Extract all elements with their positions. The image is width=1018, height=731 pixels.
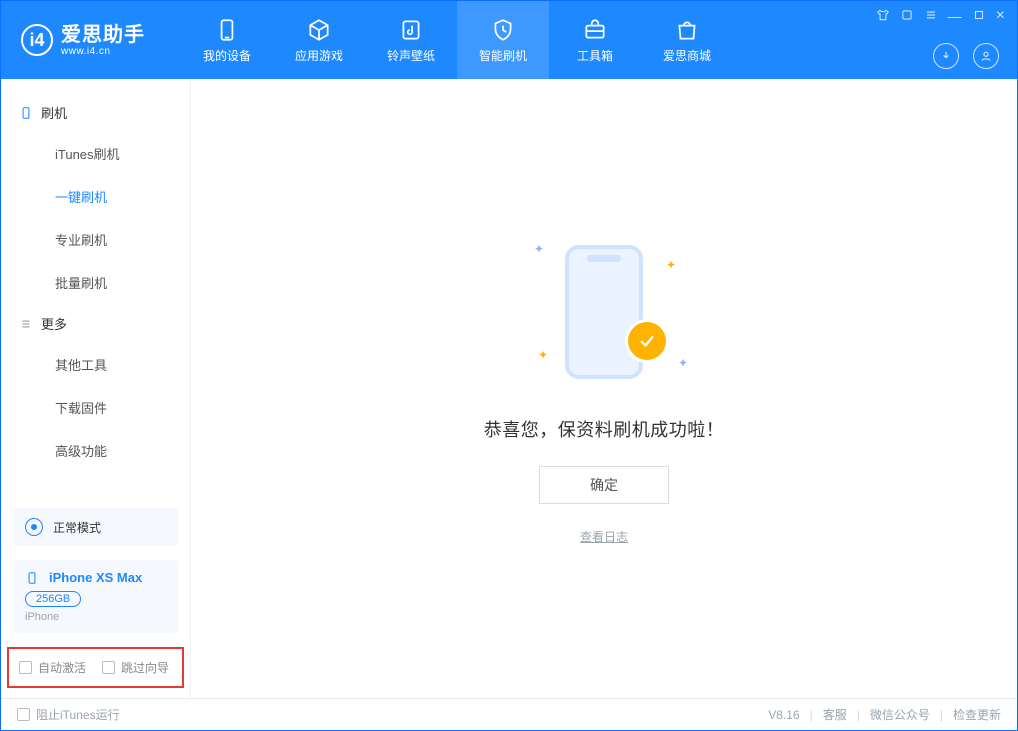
options-row: 自动激活 跳过向导 [7, 647, 184, 688]
checkbox-skip-guide[interactable]: 跳过向导 [102, 659, 169, 676]
checkbox-box-icon [19, 661, 32, 674]
music-icon [398, 17, 424, 43]
toolbox-icon [582, 17, 608, 43]
sidebar-item-advanced[interactable]: 高级功能 [1, 429, 190, 472]
sidebar-item-pro-flash[interactable]: 专业刷机 [1, 218, 190, 261]
checkbox-label: 跳过向导 [121, 659, 169, 676]
sidebar-group-more: 更多 [1, 304, 190, 343]
success-illustration: ✦ ✦ ✦ ✦ [514, 232, 694, 392]
link-check-update[interactable]: 检查更新 [953, 706, 1001, 723]
success-message: 恭喜您，保资料刷机成功啦！ [484, 416, 725, 442]
sparkle-icon: ✦ [538, 348, 548, 362]
tab-label: 爱思商城 [663, 47, 711, 64]
maximize-button[interactable] [972, 8, 986, 25]
app-logo: i4 爱思助手 www.i4.cn [1, 1, 181, 79]
app-title: 爱思助手 [61, 24, 145, 46]
header-right-icons [933, 43, 999, 69]
device-icon [19, 106, 33, 120]
bag-icon [674, 17, 700, 43]
sidebar: 刷机 iTunes刷机 一键刷机 专业刷机 批量刷机 更多 其他工具 下载固件 … [1, 79, 191, 698]
tab-label: 应用游戏 [295, 47, 343, 64]
logo-icon: i4 [21, 24, 53, 56]
tab-apps-games[interactable]: 应用游戏 [273, 1, 365, 79]
device-panel[interactable]: iPhone XS Max 256GB iPhone [13, 560, 178, 633]
checkbox-label: 阻止iTunes运行 [36, 706, 120, 723]
app-header: i4 爱思助手 www.i4.cn 我的设备 应用游戏 铃声壁纸 智能刷机 [1, 1, 1017, 79]
skin-icon[interactable] [900, 8, 914, 25]
user-button[interactable] [973, 43, 999, 69]
link-wechat[interactable]: 微信公众号 [870, 706, 930, 723]
cube-icon [306, 17, 332, 43]
tab-toolbox[interactable]: 工具箱 [549, 1, 641, 79]
group-title: 刷机 [41, 103, 67, 122]
sidebar-scroll: 刷机 iTunes刷机 一键刷机 专业刷机 批量刷机 更多 其他工具 下载固件 … [1, 79, 190, 500]
tshirt-icon[interactable] [876, 8, 890, 25]
device-capacity-badge: 256GB [25, 591, 81, 607]
footer: 阻止iTunes运行 V8.16 | 客服 | 微信公众号 | 检查更新 [1, 698, 1017, 730]
view-log-link[interactable]: 查看日志 [580, 528, 628, 545]
tab-my-device[interactable]: 我的设备 [181, 1, 273, 79]
download-icon [939, 49, 953, 63]
sidebar-item-other-tools[interactable]: 其他工具 [1, 343, 190, 386]
phone-small-icon [25, 571, 39, 585]
mode-label: 正常模式 [53, 519, 101, 536]
minimize-button[interactable]: — [948, 8, 962, 24]
tab-label: 工具箱 [577, 47, 613, 64]
list-icon [19, 317, 33, 331]
device-type: iPhone [25, 611, 166, 623]
tab-label: 我的设备 [203, 47, 251, 64]
nav-tabs: 我的设备 应用游戏 铃声壁纸 智能刷机 工具箱 爱思商城 [181, 1, 733, 79]
phone-illustration-icon [565, 245, 643, 379]
user-icon [979, 49, 993, 63]
sidebar-group-flash: 刷机 [1, 93, 190, 132]
link-support[interactable]: 客服 [823, 706, 847, 723]
checkbox-label: 自动激活 [38, 659, 86, 676]
tab-store[interactable]: 爱思商城 [641, 1, 733, 79]
menu-icon[interactable] [924, 8, 938, 25]
app-body: 刷机 iTunes刷机 一键刷机 专业刷机 批量刷机 更多 其他工具 下载固件 … [1, 79, 1017, 698]
tab-label: 铃声壁纸 [387, 47, 435, 64]
sidebar-item-download-firmware[interactable]: 下载固件 [1, 386, 190, 429]
app-window: i4 爱思助手 www.i4.cn 我的设备 应用游戏 铃声壁纸 智能刷机 [0, 0, 1018, 731]
sidebar-item-itunes-flash[interactable]: iTunes刷机 [1, 132, 190, 175]
sparkle-icon: ✦ [534, 242, 544, 256]
mode-panel[interactable]: 正常模式 [13, 508, 178, 546]
tab-label: 智能刷机 [479, 47, 527, 64]
main-content: ✦ ✦ ✦ ✦ 恭喜您，保资料刷机成功啦！ 确定 查看日志 [191, 79, 1017, 698]
window-controls-top: — × [876, 7, 1005, 25]
mode-icon [25, 518, 43, 536]
device-name: iPhone XS Max [49, 570, 142, 585]
version-label: V8.16 [768, 708, 799, 722]
checkbox-auto-activate[interactable]: 自动激活 [19, 659, 86, 676]
group-title: 更多 [41, 314, 67, 333]
checkbox-block-itunes[interactable]: 阻止iTunes运行 [17, 706, 120, 723]
tab-ring-wall[interactable]: 铃声壁纸 [365, 1, 457, 79]
sparkle-icon: ✦ [678, 356, 688, 370]
sidebar-item-batch-flash[interactable]: 批量刷机 [1, 261, 190, 304]
checkbox-box-icon [17, 708, 30, 721]
tab-smart-flash[interactable]: 智能刷机 [457, 1, 549, 79]
app-subtitle: www.i4.cn [61, 46, 145, 57]
sidebar-item-one-click-flash[interactable]: 一键刷机 [1, 175, 190, 218]
confirm-button[interactable]: 确定 [539, 466, 669, 504]
check-badge-icon [628, 322, 666, 360]
phone-icon [214, 17, 240, 43]
shield-icon [490, 17, 516, 43]
download-button[interactable] [933, 43, 959, 69]
sparkle-icon: ✦ [666, 258, 676, 272]
close-button[interactable]: × [996, 7, 1005, 25]
checkbox-box-icon [102, 661, 115, 674]
